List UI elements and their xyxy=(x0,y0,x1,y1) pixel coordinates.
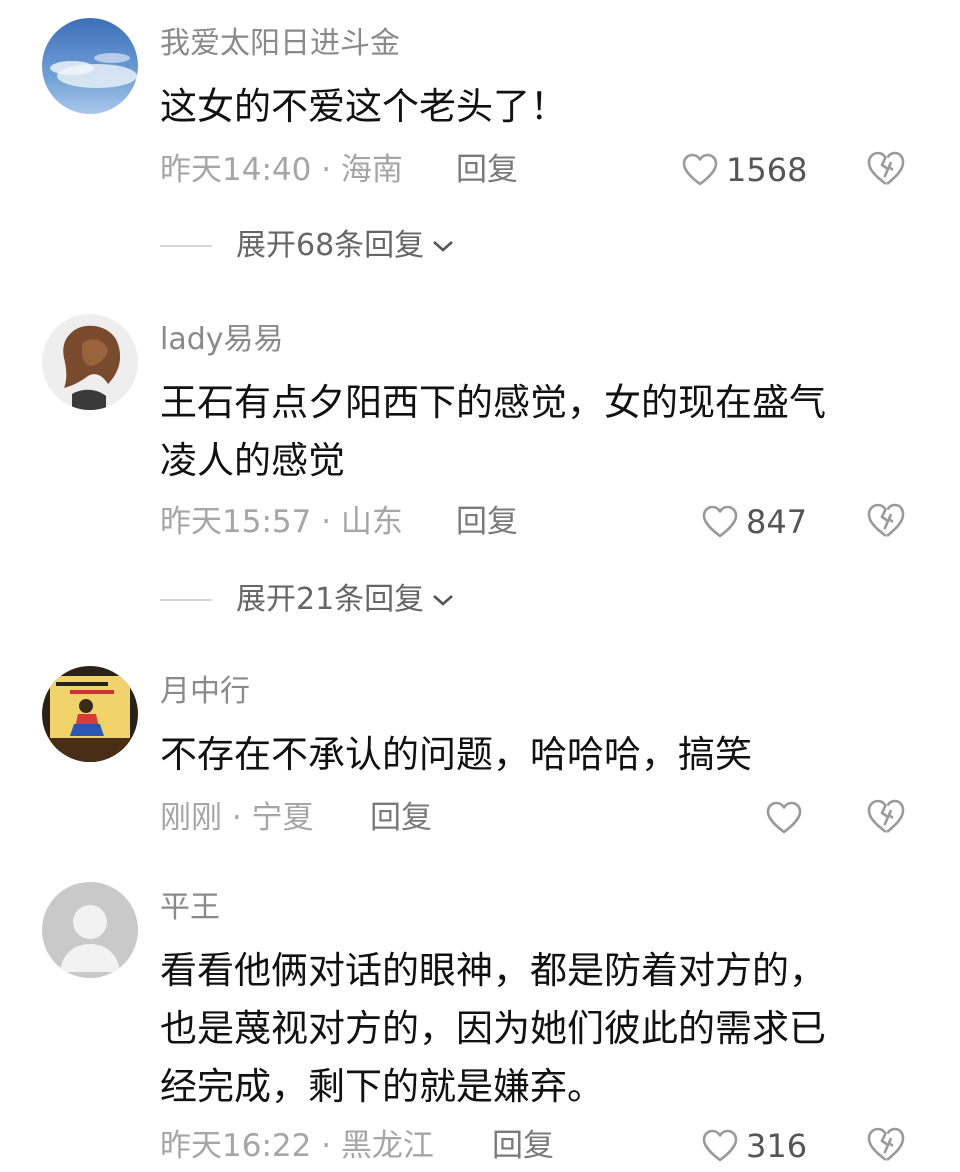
time-location: 昨天14:40 · 海南 xyxy=(160,152,403,188)
cartoon-poster-avatar-image xyxy=(42,666,138,762)
comment-text: 看看他俩对话的眼神，都是防着对方的， 也是蔑视对方的，因为她们彼此的需求已 经完… xyxy=(160,942,900,1116)
comment-text: 这女的不爱这个老头了！ xyxy=(160,78,900,136)
sky-avatar-image xyxy=(42,18,138,114)
comment-line: 看看他俩对话的眼神，都是防着对方的， xyxy=(160,949,826,992)
comment-meta: 昨天16:22 · 黑龙江 回复 316 xyxy=(160,1124,960,1168)
broken-heart-icon xyxy=(867,799,905,834)
avatar[interactable] xyxy=(42,314,138,410)
reply-button[interactable]: 回复 xyxy=(456,500,518,544)
username[interactable]: 我爱太阳日进斗金 xyxy=(160,24,400,64)
heart-icon xyxy=(702,1129,738,1162)
avatar[interactable] xyxy=(42,666,138,762)
chevron-down-icon xyxy=(433,595,454,606)
comment-text: 王石有点夕阳西下的感觉，女的现在盛气 凌人的感觉 xyxy=(160,374,900,490)
reply-button[interactable]: 回复 xyxy=(492,1124,554,1168)
like-count: 316 xyxy=(746,1127,808,1165)
comment-meta: 昨天15:57 · 山东 回复 847 xyxy=(160,500,960,544)
dislike-button[interactable] xyxy=(866,150,906,188)
expand-replies-label: 展开68条回复 xyxy=(236,228,425,263)
heart-icon xyxy=(702,505,738,538)
time-location: 刚刚 · 宁夏 xyxy=(160,800,314,836)
like-count: 847 xyxy=(746,503,808,541)
chevron-down-icon xyxy=(433,241,454,252)
like-count: 1568 xyxy=(726,151,808,189)
like-button[interactable] xyxy=(766,796,802,840)
comment-line: 也是蔑视对方的，因为她们彼此的需求已 xyxy=(160,1007,826,1050)
broken-heart-icon xyxy=(867,1127,905,1162)
comment-meta: 刚刚 · 宁夏 回复 xyxy=(160,796,960,840)
time-location: 昨天16:22 · 黑龙江 xyxy=(160,1128,434,1164)
divider-line xyxy=(160,599,212,601)
broken-heart-icon xyxy=(867,503,905,538)
username[interactable]: 月中行 xyxy=(160,672,250,712)
username[interactable]: 平王 xyxy=(160,888,220,928)
like-button[interactable]: 847 xyxy=(702,500,807,544)
comment-line: 凌人的感觉 xyxy=(160,439,345,482)
broken-heart-icon xyxy=(867,151,905,186)
username[interactable]: lady易易 xyxy=(160,320,284,360)
woman-hair-avatar-image xyxy=(42,314,138,410)
default-user-avatar-image xyxy=(42,882,138,978)
comment-line: 经完成，剩下的就是嫌弃。 xyxy=(160,1065,604,1108)
comment-line: 不存在不承认的问题，哈哈哈，搞笑 xyxy=(160,733,752,776)
comment-line: 王石有点夕阳西下的感觉，女的现在盛气 xyxy=(160,381,826,424)
like-button[interactable]: 316 xyxy=(702,1124,807,1168)
expand-replies-button[interactable]: 展开68条回复 xyxy=(160,224,456,268)
divider-line xyxy=(160,245,212,247)
comment-text: 不存在不承认的问题，哈哈哈，搞笑 xyxy=(160,726,900,784)
avatar[interactable] xyxy=(42,882,138,978)
dislike-button[interactable] xyxy=(866,502,906,540)
comment-line: 这女的不爱这个老头了！ xyxy=(160,85,567,128)
reply-button[interactable]: 回复 xyxy=(370,796,432,840)
like-button[interactable]: 1568 xyxy=(682,148,807,192)
avatar[interactable] xyxy=(42,18,138,114)
reply-button[interactable]: 回复 xyxy=(456,148,518,192)
expand-replies-label: 展开21条回复 xyxy=(236,582,425,617)
comment-meta: 昨天14:40 · 海南 回复 1568 xyxy=(160,148,960,192)
dislike-button[interactable] xyxy=(866,798,906,836)
heart-icon xyxy=(682,153,718,186)
heart-icon xyxy=(766,801,802,834)
dislike-button[interactable] xyxy=(866,1126,906,1164)
expand-replies-button[interactable]: 展开21条回复 xyxy=(160,578,456,622)
time-location: 昨天15:57 · 山东 xyxy=(160,504,403,540)
